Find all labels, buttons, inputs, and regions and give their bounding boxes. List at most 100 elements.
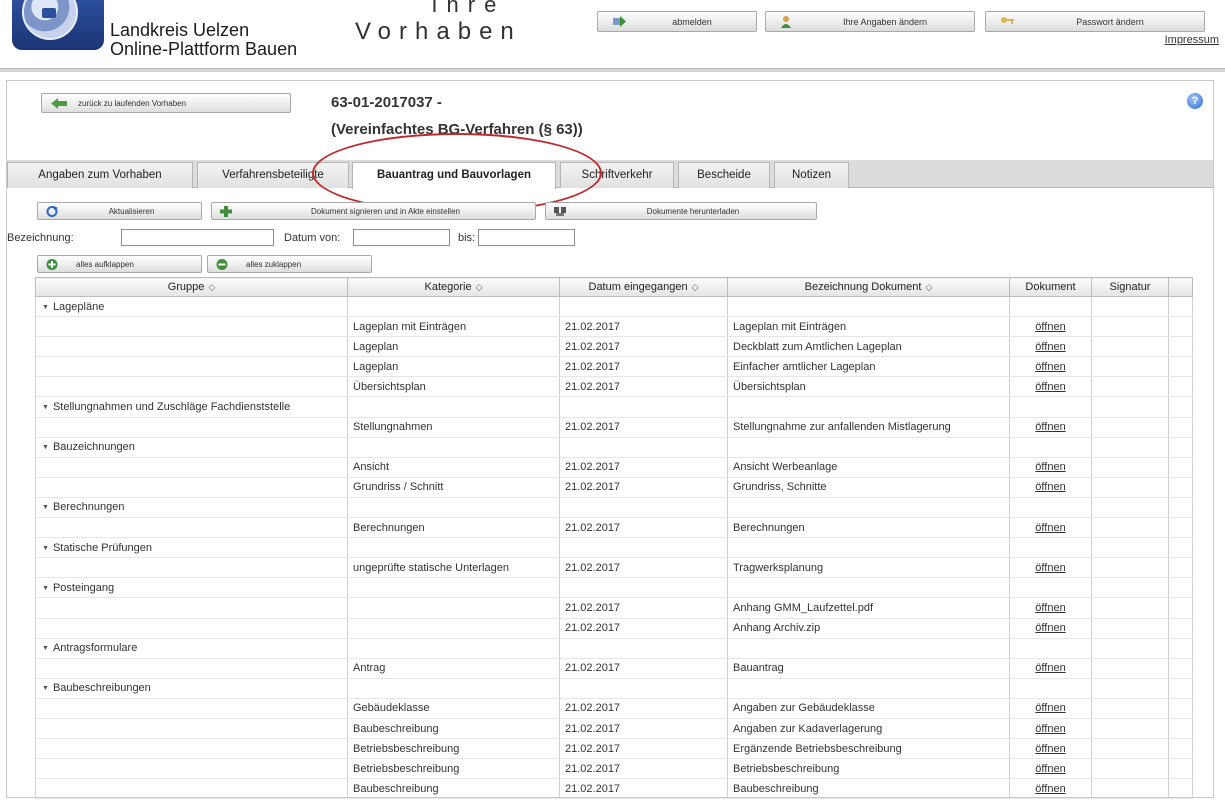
open-document-link[interactable]: öffnen (1035, 461, 1065, 473)
open-document-link[interactable]: öffnen (1035, 481, 1065, 493)
spacer-cell (1168, 718, 1193, 740)
collapse-all-label: alles zuklappen (246, 260, 302, 269)
open-document-link[interactable]: öffnen (1035, 321, 1065, 333)
empty-cell (559, 537, 728, 559)
table-row[interactable]: Lageplan 21.02.2017 Deckblatt zum Amtliche… (35, 336, 1193, 358)
table-group-row[interactable]: ▼ Posteingang (35, 577, 1193, 599)
column-header-gruppe[interactable]: Gruppe ◇ (35, 277, 348, 297)
empty-cell (1009, 497, 1092, 519)
logout-button[interactable]: abmelden (597, 11, 757, 32)
table-group-row[interactable]: ▼ Statische Prüfungen (35, 537, 1193, 559)
open-document-link[interactable]: öffnen (1035, 763, 1065, 775)
change-password-button[interactable]: Passwort ändern (985, 11, 1205, 32)
sign-document-button[interactable]: Dokument signieren und in Akte einstelle… (211, 202, 536, 220)
group-cell[interactable]: ▼ Berechnungen (35, 497, 348, 519)
group-cell[interactable]: ▼ Stellungnahmen und Zuschläge Fachdienst… (35, 396, 348, 418)
caret-down-icon[interactable]: ▼ (42, 545, 49, 552)
table-row[interactable]: Betriebsbeschreibung 21.02.2017 Ergänzende… (35, 738, 1193, 760)
table-row[interactable]: Baubeschreibung 21.02.2017 Baubeschreibung… (35, 778, 1193, 800)
table-row[interactable]: Baubeschreibung 21.02.2017 Angaben zur Kad… (35, 718, 1193, 740)
table-row[interactable]: Lageplan 21.02.2017 Einfacher amtlicher La… (35, 356, 1193, 378)
table-group-row[interactable]: ▼ Stellungnahmen und Zuschläge Fachdienst… (35, 396, 1193, 418)
open-document-link[interactable]: öffnen (1035, 341, 1065, 353)
column-header-datum[interactable]: Datum eingegangen ◇ (559, 277, 728, 297)
documents-table: Gruppe ◇ Kategorie ◇ Datum eingegangen ◇ Be… (35, 277, 1193, 800)
caret-down-icon[interactable]: ▼ (42, 645, 49, 652)
caret-down-icon[interactable]: ▼ (42, 504, 49, 511)
sort-icon: ◇ (475, 282, 483, 292)
datum-cell: 21.02.2017 (559, 557, 728, 579)
table-row[interactable]: Gebäudeklasse 21.02.2017 Angaben zur Gebäu… (35, 698, 1193, 719)
group-cell[interactable]: ▼ Lagepläne (35, 296, 348, 318)
tab-bauantrag-und-bauvorlagen[interactable]: Bauantrag und Bauvorlagen (352, 162, 556, 189)
group-cell[interactable]: ▼ Posteingang (35, 577, 348, 599)
caret-down-icon[interactable]: ▼ (42, 304, 49, 311)
open-document-link[interactable]: öffnen (1035, 602, 1065, 614)
caret-down-icon[interactable]: ▼ (42, 685, 49, 692)
group-cell-empty (35, 718, 348, 740)
column-header-dokument[interactable]: Dokument (1009, 277, 1092, 297)
datum-cell: 21.02.2017 (559, 517, 728, 539)
dokument-cell: öffnen (1009, 698, 1092, 719)
table-row[interactable]: Betriebsbeschreibung 21.02.2017 Betriebsbe… (35, 758, 1193, 780)
expand-all-button[interactable]: alles aufklappen (37, 255, 202, 273)
group-cell[interactable]: ▼ Baubeschreibungen (35, 678, 348, 699)
group-cell[interactable]: ▼ Bauzeichnungen (35, 437, 348, 458)
impressum-link[interactable]: Impressum (1165, 34, 1219, 46)
table-row[interactable]: Stellungnahmen 21.02.2017 Stellungnahme zu… (35, 417, 1193, 438)
tab-angaben-zum-vorhaben[interactable]: Angaben zum Vorhaben (7, 162, 193, 188)
table-group-row[interactable]: ▼ Lagepläne (35, 296, 1193, 318)
group-cell-empty (35, 738, 348, 760)
table-group-row[interactable]: ▼ Bauzeichnungen (35, 437, 1193, 458)
tab-verfahrensbeteiligte[interactable]: Verfahrensbeteiligte (197, 162, 349, 188)
table-row[interactable]: Antrag 21.02.2017 Bauantrag öffnen (35, 658, 1193, 679)
table-row[interactable]: Lageplan mit Einträgen 21.02.2017 Lageplan… (35, 316, 1193, 338)
open-document-link[interactable]: öffnen (1035, 783, 1065, 795)
name-filter-input[interactable] (121, 229, 274, 246)
caret-down-icon[interactable]: ▼ (42, 404, 49, 411)
group-cell[interactable]: ▼ Antragsformulare (35, 638, 348, 659)
open-document-link[interactable]: öffnen (1035, 522, 1065, 534)
empty-cell (1091, 577, 1169, 599)
open-document-link[interactable]: öffnen (1035, 381, 1065, 393)
table-row[interactable]: 21.02.2017 Anhang Archiv.zip öffnen (35, 618, 1193, 639)
date-from-input[interactable] (353, 229, 450, 246)
open-document-link[interactable]: öffnen (1035, 662, 1065, 674)
download-documents-button[interactable]: Dokumente herunterladen (545, 202, 817, 220)
open-document-link[interactable]: öffnen (1035, 723, 1065, 735)
spacer-cell (1168, 597, 1193, 619)
table-group-row[interactable]: ▼ Berechnungen (35, 497, 1193, 519)
collapse-all-button[interactable]: alles zuklappen (207, 255, 372, 273)
edit-profile-button[interactable]: Ihre Angaben ändern (765, 11, 975, 32)
dokument-cell: öffnen (1009, 597, 1092, 619)
table-row[interactable]: Grundriss / Schnitt 21.02.2017 Grundriss, … (35, 477, 1193, 498)
help-icon[interactable]: ? (1187, 93, 1203, 109)
table-row[interactable]: ungeprüfte statische Unterlagen 21.02.201… (35, 557, 1193, 579)
table-row[interactable]: Ansicht 21.02.2017 Ansicht Werbeanlage öffn… (35, 457, 1193, 478)
table-row[interactable]: Berechnungen 21.02.2017 Berechnungen öffnen (35, 517, 1193, 539)
caret-down-icon[interactable]: ▼ (42, 444, 49, 451)
group-cell[interactable]: ▼ Statische Prüfungen (35, 537, 348, 559)
open-document-link[interactable]: öffnen (1035, 421, 1065, 433)
tab-notizen[interactable]: Notizen (774, 162, 849, 188)
open-document-link[interactable]: öffnen (1035, 361, 1065, 373)
table-row[interactable]: Übersichtsplan 21.02.2017 Übersichtsplan öf… (35, 376, 1193, 398)
group-cell-empty (35, 336, 348, 358)
tab-bescheide[interactable]: Bescheide (678, 162, 770, 188)
tab-schriftverkehr[interactable]: Schriftverkehr (560, 162, 674, 188)
back-to-projects-button[interactable]: zurück zu laufenden Vorhaben (41, 93, 291, 113)
column-header-bezeichnung[interactable]: Bezeichnung Dokument ◇ (727, 277, 1010, 297)
open-document-link[interactable]: öffnen (1035, 622, 1065, 634)
caret-down-icon[interactable]: ▼ (42, 585, 49, 592)
table-group-row[interactable]: ▼ Baubeschreibungen (35, 678, 1193, 699)
open-document-link[interactable]: öffnen (1035, 702, 1065, 714)
column-header-signatur[interactable]: Signatur (1091, 277, 1169, 297)
column-header-kategorie[interactable]: Kategorie ◇ (347, 277, 560, 297)
group-cell-empty (35, 698, 348, 719)
table-row[interactable]: 21.02.2017 Anhang GMM_Laufzettel.pdf öffne… (35, 597, 1193, 619)
open-document-link[interactable]: öffnen (1035, 562, 1065, 574)
refresh-button[interactable]: Aktualisieren (37, 202, 202, 220)
table-group-row[interactable]: ▼ Antragsformulare (35, 638, 1193, 659)
date-to-input[interactable] (478, 229, 575, 246)
open-document-link[interactable]: öffnen (1035, 743, 1065, 755)
